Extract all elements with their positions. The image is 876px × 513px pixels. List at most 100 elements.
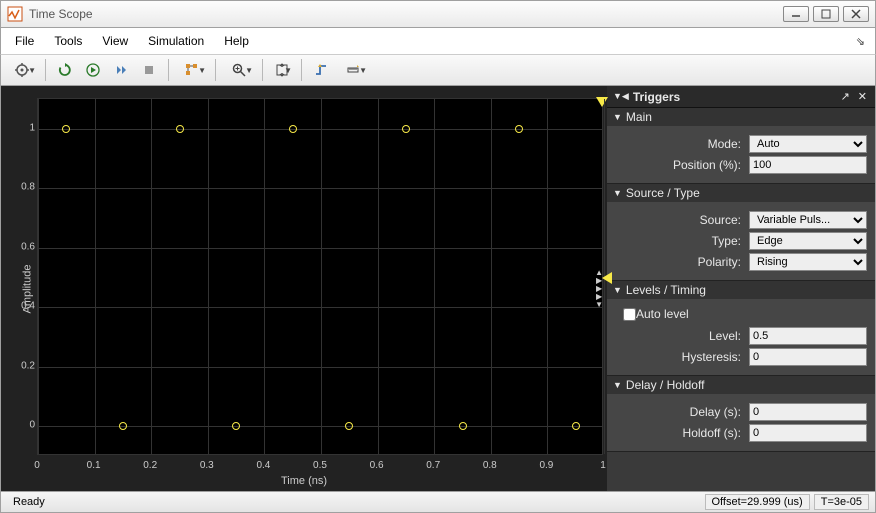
restart-button[interactable] (52, 58, 78, 82)
trigger-level-marker-icon[interactable] (602, 272, 612, 284)
holdoff-label: Holdoff (s): (615, 426, 749, 440)
section-source-title: Source / Type (626, 186, 700, 200)
x-tick: 0.4 (256, 460, 270, 471)
panel-close-icon[interactable]: ✕ (856, 90, 869, 103)
data-point (402, 125, 410, 133)
toolbar-separator (262, 59, 263, 81)
source-label: Source: (615, 213, 749, 227)
section-levels-title: Levels / Timing (626, 283, 706, 297)
x-tick: 0.7 (426, 460, 440, 471)
data-point (119, 422, 127, 430)
menu-file[interactable]: File (5, 30, 44, 52)
toolbar-separator (45, 59, 46, 81)
delay-input[interactable] (749, 403, 867, 421)
y-tick: 1 (17, 122, 35, 133)
configure-button[interactable]: ▼ (5, 58, 39, 82)
highlight-signal-button[interactable]: ▼ (175, 58, 209, 82)
workarea: Amplitude Time (ns) ▲▶▶▶▼ 00.10.20.30.40… (0, 86, 876, 491)
stop-button[interactable] (136, 58, 162, 82)
menu-view[interactable]: View (92, 30, 138, 52)
polarity-select[interactable]: Rising (749, 253, 867, 271)
plot-pane: Amplitude Time (ns) ▲▶▶▶▼ 00.10.20.30.40… (1, 86, 607, 491)
data-point (62, 125, 70, 133)
x-tick: 1 (600, 460, 606, 471)
hysteresis-label: Hysteresis: (615, 350, 749, 364)
position-label: Position (%): (615, 158, 749, 172)
data-point (345, 422, 353, 430)
chevron-down-icon: ▼ (613, 380, 622, 390)
triggers-panel-header: ▼◀ Triggers ↗ ✕ (607, 86, 875, 108)
chevron-down-icon: ▼ (613, 188, 622, 198)
y-tick: 0.4 (17, 301, 35, 312)
triggers-panel-title: Triggers (633, 90, 835, 104)
toolbar-separator (215, 59, 216, 81)
data-point (176, 125, 184, 133)
zoom-button[interactable]: ▼ (222, 58, 256, 82)
section-source-header[interactable]: ▼ Source / Type (607, 184, 875, 202)
menu-overflow-icon[interactable]: ⇘ (850, 31, 871, 52)
trigger-position-marker-icon (596, 97, 608, 107)
menu-simulation[interactable]: Simulation (138, 30, 214, 52)
statusbar: Ready Offset=29.999 (us) T=3e-05 (0, 491, 876, 513)
hysteresis-input[interactable] (749, 348, 867, 366)
data-point (232, 422, 240, 430)
menu-help[interactable]: Help (214, 30, 259, 52)
mode-label: Mode: (615, 137, 749, 151)
toolbar-separator (301, 59, 302, 81)
y-tick: 0 (17, 420, 35, 431)
section-main-header[interactable]: ▼ Main (607, 108, 875, 126)
triggers-toggle-button[interactable] (308, 58, 334, 82)
y-tick: 0.6 (17, 241, 35, 252)
x-tick: 0.5 (313, 460, 327, 471)
window-buttons (783, 6, 869, 22)
autoscale-button[interactable]: ▼ (269, 58, 295, 82)
data-point (289, 125, 297, 133)
x-tick: 0 (34, 460, 40, 471)
type-label: Type: (615, 234, 749, 248)
maximize-button[interactable] (813, 6, 839, 22)
axes-handles-icon[interactable]: ▲▶▶▶▼ (595, 269, 603, 309)
collapse-icon[interactable]: ▼◀ (613, 91, 629, 102)
plot-canvas[interactable] (37, 98, 603, 455)
menubar: File Tools View Simulation Help ⇘ (0, 28, 876, 54)
section-delay-header[interactable]: ▼ Delay / Holdoff (607, 376, 875, 394)
section-source-type: ▼ Source / Type Source:Variable Puls... T… (607, 184, 875, 281)
section-levels-timing: ▼Levels / Timing Auto level Level: Hyste… (607, 281, 875, 376)
mode-select[interactable]: Auto (749, 135, 867, 153)
position-input[interactable] (749, 156, 867, 174)
close-button[interactable] (843, 6, 869, 22)
menu-tools[interactable]: Tools (44, 30, 92, 52)
x-tick: 0.6 (370, 460, 384, 471)
delay-label: Delay (s): (615, 405, 749, 419)
data-point (459, 422, 467, 430)
section-main-title: Main (626, 110, 652, 124)
status-ready: Ready (7, 496, 51, 508)
status-offset: Offset=29.999 (us) (705, 494, 810, 510)
minimize-button[interactable] (783, 6, 809, 22)
measurements-button[interactable]: ▼ (336, 58, 370, 82)
holdoff-input[interactable] (749, 424, 867, 442)
chevron-down-icon: ▼ (613, 285, 622, 295)
level-input[interactable] (749, 327, 867, 345)
type-select[interactable]: Edge (749, 232, 867, 250)
triggers-panel: ▼◀ Triggers ↗ ✕ ▼ Main Mode:Auto Position… (607, 86, 875, 491)
x-axis-label: Time (ns) (281, 475, 327, 487)
section-levels-header[interactable]: ▼ Levels / Timing (607, 281, 875, 299)
polarity-label: Polarity: (615, 255, 749, 269)
toolbar-separator (168, 59, 169, 81)
data-point (515, 125, 523, 133)
x-tick: 0.3 (200, 460, 214, 471)
auto-level-checkbox[interactable] (623, 308, 636, 321)
source-select[interactable]: Variable Puls... (749, 211, 867, 229)
toolbar: ▼ ▼ ▼ ▼ ▼ (0, 54, 876, 86)
data-point (572, 422, 580, 430)
undock-icon[interactable]: ↗ (839, 90, 852, 103)
section-delay-title: Delay / Holdoff (626, 378, 705, 392)
y-tick: 0.8 (17, 182, 35, 193)
step-forward-button[interactable] (108, 58, 134, 82)
chevron-down-icon: ▼ (613, 112, 622, 122)
window-title: Time Scope (29, 7, 783, 21)
status-t: T=3e-05 (814, 494, 869, 510)
run-button[interactable] (80, 58, 106, 82)
titlebar: Time Scope (0, 0, 876, 28)
